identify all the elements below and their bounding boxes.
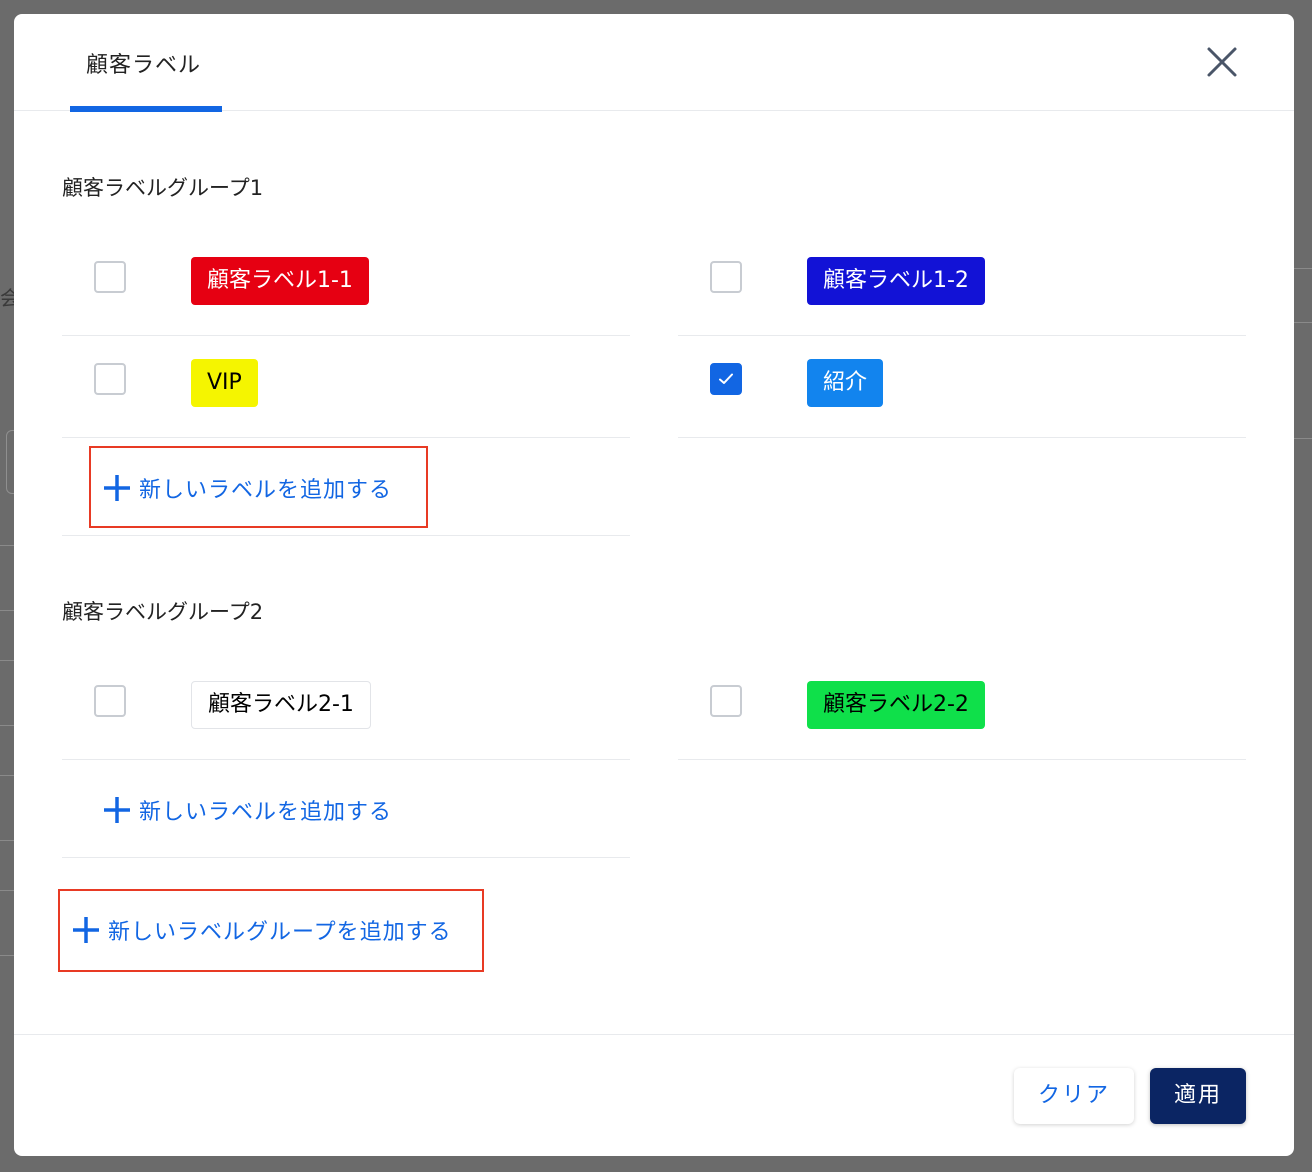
label-item: 顧客ラベル2-1 xyxy=(62,658,630,760)
label-tag: VIP xyxy=(191,359,258,407)
background-text-fragment: 会 xyxy=(0,286,14,310)
background-line xyxy=(0,660,14,661)
add-label-group-button[interactable]: 新しいラベルグループを追加する xyxy=(72,914,452,946)
check-icon xyxy=(719,373,733,384)
add-label-button[interactable]: 新しいラベルを追加する xyxy=(103,472,392,504)
label-checkbox[interactable] xyxy=(710,261,742,293)
apply-button[interactable]: 適用 xyxy=(1150,1068,1246,1124)
group-title: 顧客ラベルグループ1 xyxy=(62,176,264,200)
plus-icon xyxy=(103,796,131,824)
label-tag: 顧客ラベル2-1 xyxy=(191,681,371,729)
clear-button[interactable]: クリア xyxy=(1014,1068,1134,1124)
tab-active-indicator xyxy=(70,106,222,112)
label-item: 紹介 xyxy=(678,336,1246,438)
label-checkbox-checked[interactable] xyxy=(710,363,742,395)
add-label-row: 新しいラベルを追加する xyxy=(62,438,630,536)
background-line xyxy=(0,545,14,546)
dialog-footer: クリア 適用 xyxy=(14,1034,1294,1156)
label-item: 顧客ラベル1-2 xyxy=(678,234,1246,336)
background-line xyxy=(0,955,14,956)
plus-icon xyxy=(72,916,100,944)
label-checkbox[interactable] xyxy=(94,685,126,717)
label-checkbox[interactable] xyxy=(94,363,126,395)
group-title: 顧客ラベルグループ2 xyxy=(62,600,264,624)
label-item: 顧客ラベル2-2 xyxy=(678,658,1246,760)
add-label-row: 新しいラベルを追加する xyxy=(62,760,630,858)
label-tag: 顧客ラベル1-2 xyxy=(807,257,985,305)
add-label-group-text: 新しいラベルグループを追加する xyxy=(108,920,452,945)
background-line xyxy=(1294,322,1312,323)
label-checkbox[interactable] xyxy=(94,261,126,293)
background-line xyxy=(1294,438,1312,439)
label-tag: 紹介 xyxy=(807,359,884,407)
background-line xyxy=(0,610,14,611)
background-line xyxy=(0,840,14,841)
background-line xyxy=(0,775,14,776)
tab-label: 顧客ラベル xyxy=(86,53,202,78)
background-line xyxy=(0,890,14,891)
label-item: 顧客ラベル1-1 xyxy=(62,234,630,336)
add-label-button[interactable]: 新しいラベルを追加する xyxy=(103,794,392,826)
background-line xyxy=(0,725,14,726)
tab-customer-label[interactable]: 顧客ラベル xyxy=(70,14,222,112)
label-checkbox[interactable] xyxy=(710,685,742,717)
add-label-text: 新しいラベルを追加する xyxy=(139,800,393,825)
label-dialog: 顧客ラベル 顧客ラベルグループ1 顧客ラベル1-1 顧客ラベル1-2 VIP 紹… xyxy=(14,14,1294,1156)
add-label-text: 新しいラベルを追加する xyxy=(139,478,393,503)
close-icon[interactable] xyxy=(1204,44,1240,80)
background-line xyxy=(1294,268,1312,269)
label-item: VIP xyxy=(62,336,630,438)
label-tag: 顧客ラベル2-2 xyxy=(807,681,985,729)
dialog-header: 顧客ラベル xyxy=(14,14,1294,112)
label-tag: 顧客ラベル1-1 xyxy=(191,257,369,305)
plus-icon xyxy=(103,474,131,502)
